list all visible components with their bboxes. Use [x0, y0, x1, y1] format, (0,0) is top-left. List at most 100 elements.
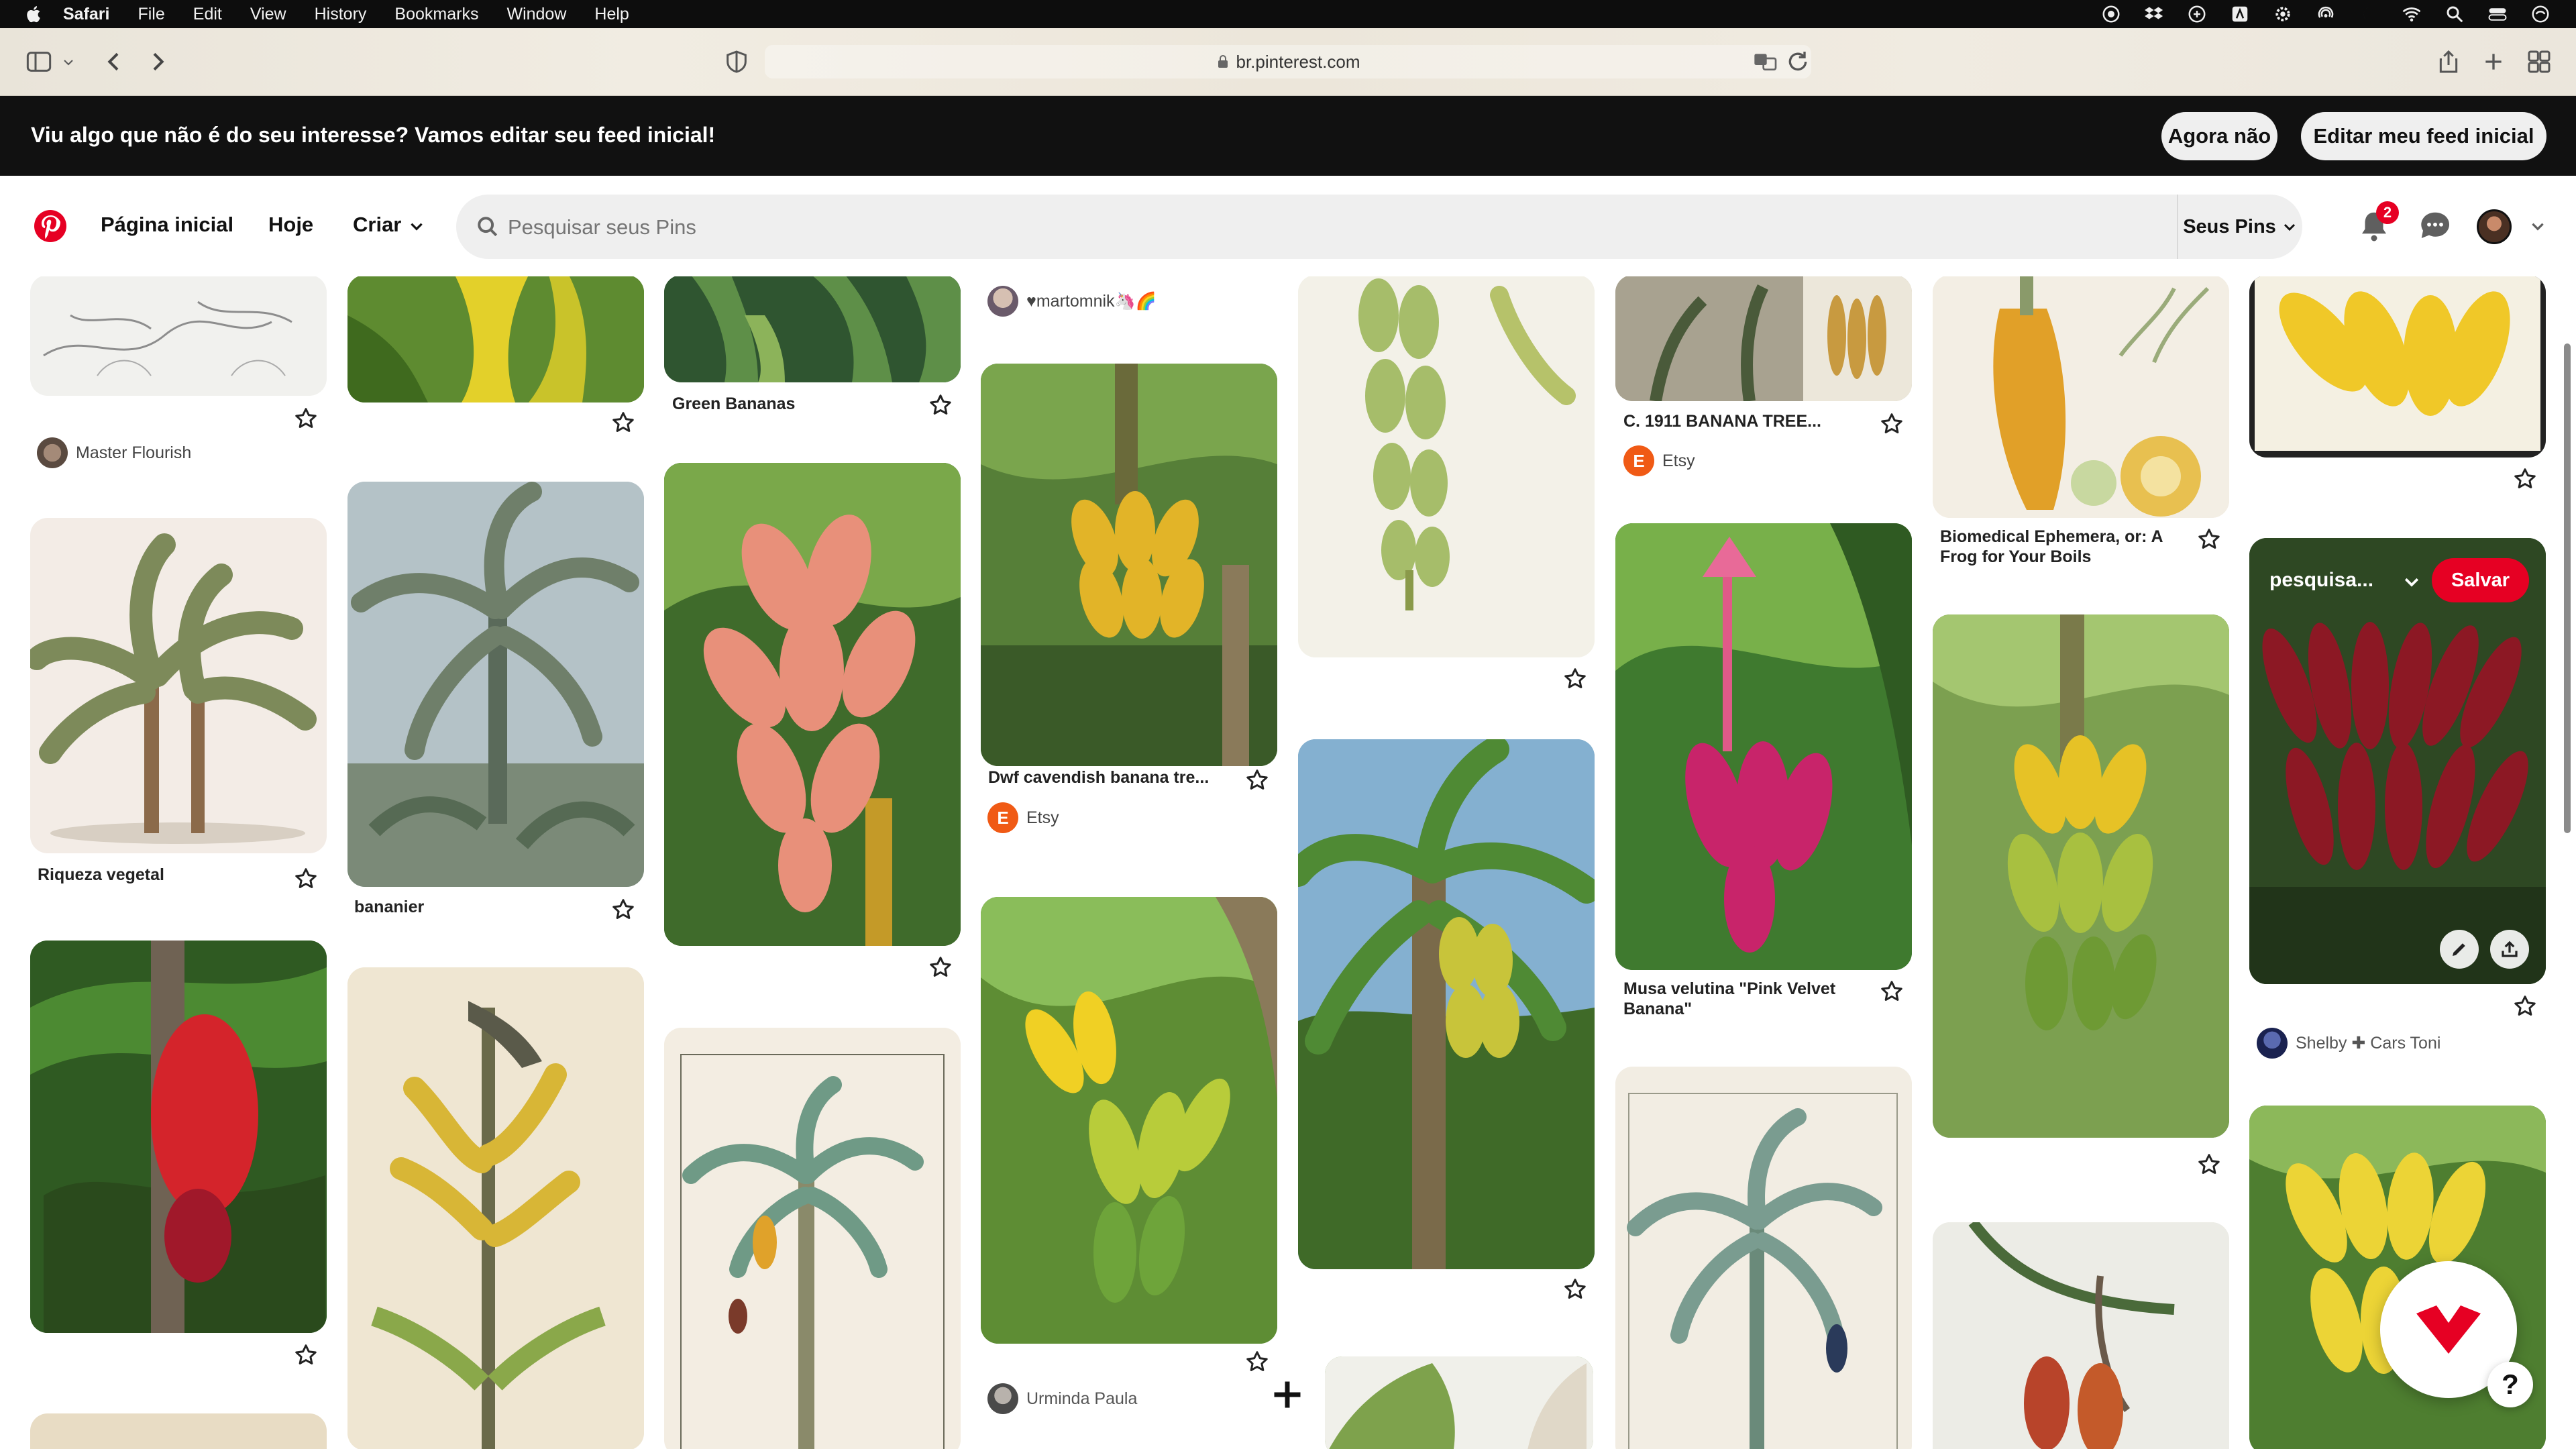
- text-input-icon[interactable]: [2229, 4, 2251, 24]
- pin-image-green-bunch-illustration[interactable]: [1298, 276, 1595, 657]
- pin-image-red-bananas-hovered[interactable]: [2249, 538, 2546, 984]
- pin-image-pink-bananas[interactable]: [664, 463, 961, 946]
- pin-image-partial-leaf[interactable]: [1325, 1356, 1593, 1449]
- save-star-icon[interactable]: [928, 393, 953, 417]
- focus-moon-icon[interactable]: [2357, 4, 2380, 24]
- pin-image-biomedical-ephemera[interactable]: [1933, 276, 2229, 518]
- your-pins-filter[interactable]: Seus Pins: [2177, 195, 2302, 259]
- menu-help[interactable]: Help: [594, 5, 629, 24]
- pin-image-yellow-green-bunches[interactable]: [1933, 614, 2229, 1138]
- pin-image-pink-velvet-banana[interactable]: [1615, 523, 1912, 970]
- menu-bookmarks[interactable]: Bookmarks: [394, 5, 478, 24]
- pin-title[interactable]: Riqueza vegetal: [38, 865, 164, 885]
- pin-image-red-banana-flower[interactable]: [30, 941, 327, 1333]
- back-arrow-icon[interactable]: [101, 48, 127, 75]
- save-star-icon[interactable]: [2197, 527, 2221, 551]
- save-star-icon[interactable]: [611, 411, 635, 435]
- control-center-icon[interactable]: [2486, 4, 2509, 24]
- pin-title[interactable]: C. 1911 BANANA TREE...: [1623, 412, 1821, 431]
- board-select-label[interactable]: pesquisa...: [2269, 569, 2373, 592]
- nav-create[interactable]: Criar: [353, 213, 401, 237]
- dropbox-icon[interactable]: [2143, 4, 2165, 24]
- translate-icon[interactable]: [1752, 48, 1779, 75]
- new-tab-plus-icon[interactable]: [2480, 48, 2507, 75]
- search-bar[interactable]: [456, 195, 2177, 259]
- menu-file[interactable]: File: [138, 5, 164, 24]
- pin-author[interactable]: Shelby ✚ Cars Toni: [2257, 1028, 2440, 1059]
- add-plus-icon[interactable]: [1270, 1377, 1305, 1412]
- edit-home-feed-button[interactable]: Editar meu feed inicial: [2301, 112, 2546, 160]
- pin-title[interactable]: Musa velutina "Pink Velvet: [1623, 979, 1835, 999]
- pin-author[interactable]: Urminda Paula: [987, 1383, 1137, 1414]
- apple-icon[interactable]: [24, 4, 44, 24]
- pin-title[interactable]: Green Bananas: [672, 394, 795, 414]
- save-star-icon[interactable]: [2197, 1152, 2221, 1177]
- menu-history[interactable]: History: [315, 5, 367, 24]
- save-star-icon[interactable]: [1563, 667, 1587, 691]
- sidebar-toggle-icon[interactable]: [25, 48, 52, 75]
- chevron-down-icon[interactable]: [60, 48, 76, 75]
- pin-title[interactable]: Dwf cavendish banana tre...: [988, 768, 1209, 788]
- pin-image-banana-tree-sky[interactable]: [1298, 739, 1595, 1269]
- pin-image-botanical-tree[interactable]: [1615, 1067, 1912, 1449]
- pin-author[interactable]: ♥martomnik🦄🌈: [987, 286, 1157, 317]
- user-avatar[interactable]: [2477, 209, 2512, 244]
- reload-icon[interactable]: [1784, 48, 1811, 75]
- pin-title-line2[interactable]: Banana": [1623, 1000, 1692, 1019]
- edit-pencil-icon[interactable]: [2440, 930, 2479, 969]
- chevron-down-icon[interactable]: [2402, 572, 2422, 592]
- pin-image-red-fruit-branch[interactable]: [1933, 1222, 2229, 1449]
- address-bar[interactable]: br.pinterest.com: [765, 45, 1811, 78]
- pin-image-riqueza-vegetal[interactable]: [30, 518, 327, 853]
- tab-overview-icon[interactable]: [2526, 48, 2553, 75]
- menu-edit[interactable]: Edit: [193, 5, 222, 24]
- pin-image-leaf-bananas[interactable]: [347, 276, 644, 402]
- chevron-down-icon[interactable]: [408, 217, 425, 235]
- save-star-icon[interactable]: [2513, 467, 2537, 491]
- pin-image-framed-bananas[interactable]: [2249, 276, 2546, 458]
- share-upload-icon[interactable]: [2490, 930, 2529, 969]
- pin-title[interactable]: bananier: [354, 898, 424, 917]
- help-button[interactable]: ?: [2487, 1362, 2533, 1407]
- scrollbar-thumb[interactable]: [2564, 343, 2571, 833]
- pin-source[interactable]: E Etsy: [987, 802, 1059, 833]
- menu-app-safari[interactable]: Safari: [63, 5, 109, 24]
- pin-image-1911-banana-tree[interactable]: [1615, 276, 1912, 401]
- pin-image-botanical-palm[interactable]: [664, 1028, 961, 1449]
- nav-today[interactable]: Hoje: [268, 213, 313, 237]
- creative-cloud-icon[interactable]: [2100, 4, 2123, 24]
- settings-gear-icon[interactable]: [2271, 4, 2294, 24]
- pin-image-green-bananas[interactable]: [664, 276, 961, 382]
- pin-image-cavendish[interactable]: [981, 364, 1277, 766]
- pin-source[interactable]: E Etsy: [1623, 445, 1695, 476]
- save-star-icon[interactable]: [928, 955, 953, 979]
- save-star-icon[interactable]: [294, 867, 318, 891]
- save-star-icon[interactable]: [1880, 412, 1904, 436]
- save-pin-button[interactable]: Salvar: [2432, 558, 2529, 602]
- save-star-icon[interactable]: [294, 1343, 318, 1367]
- save-star-icon[interactable]: [1245, 768, 1269, 792]
- pin-image-bird-bananas[interactable]: [347, 967, 644, 1449]
- sync-icon[interactable]: [2186, 4, 2208, 24]
- pin-author[interactable]: Master Flourish: [37, 437, 191, 468]
- nav-home[interactable]: Página inicial: [101, 213, 233, 237]
- pin-title[interactable]: Biomedical Ephemera, or: A: [1940, 527, 2163, 547]
- save-star-icon[interactable]: [2513, 994, 2537, 1018]
- menu-view[interactable]: View: [250, 5, 286, 24]
- save-star-icon[interactable]: [1245, 1350, 1269, 1374]
- search-input[interactable]: [506, 208, 2119, 247]
- messages-icon[interactable]: [2417, 208, 2453, 244]
- save-star-icon[interactable]: [1880, 979, 1904, 1004]
- save-star-icon[interactable]: [1563, 1277, 1587, 1301]
- share-icon[interactable]: [2435, 48, 2462, 75]
- forward-arrow-icon[interactable]: [144, 48, 171, 75]
- pin-image-bananier[interactable]: [347, 482, 644, 887]
- privacy-shield-icon[interactable]: [723, 48, 750, 75]
- airdrop-icon[interactable]: [2314, 4, 2337, 24]
- wifi-icon[interactable]: [2400, 4, 2423, 24]
- spotlight-search-icon[interactable]: [2443, 4, 2466, 24]
- pinterest-logo-icon[interactable]: [34, 209, 67, 243]
- account-chevron-down-icon[interactable]: [2529, 217, 2546, 235]
- save-star-icon[interactable]: [611, 898, 635, 922]
- siri-icon[interactable]: [2529, 4, 2552, 24]
